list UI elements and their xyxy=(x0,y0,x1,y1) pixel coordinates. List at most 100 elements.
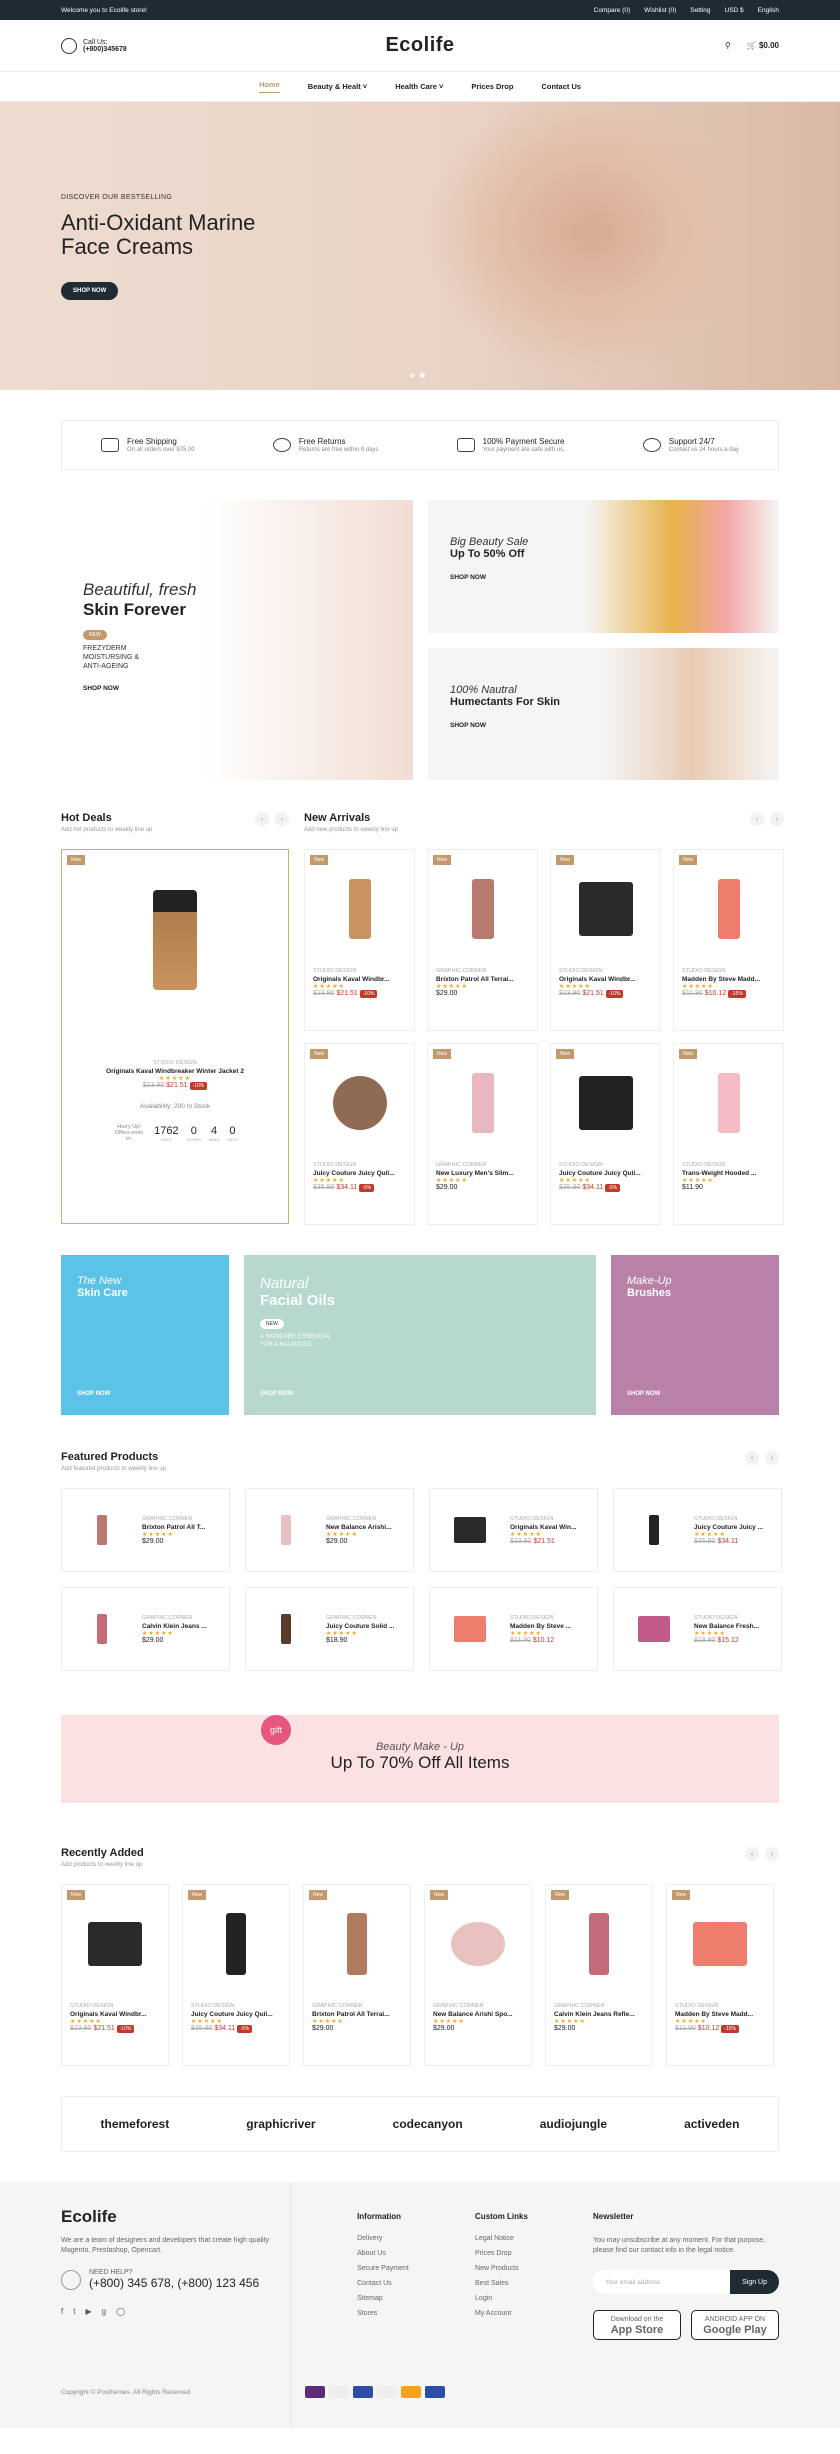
brand-logo[interactable]: graphicriver xyxy=(246,2117,315,2131)
product-image[interactable] xyxy=(717,1073,740,1133)
language-dropdown[interactable]: English xyxy=(758,7,779,14)
slider-dot[interactable] xyxy=(420,373,425,378)
banner-skin-forever[interactable]: Beautiful, fresh Skin Forever NEW FREZYD… xyxy=(61,500,413,780)
product-card[interactable]: New STUDIO DESIGN Originals Kaval Windbr..… xyxy=(550,849,661,1031)
product-image[interactable] xyxy=(454,1517,486,1543)
product-name[interactable]: Brixton Patrol All Terrai... xyxy=(436,976,529,983)
prev-arrow-icon[interactable]: ‹ xyxy=(255,812,269,826)
site-logo[interactable]: Ecolife xyxy=(385,34,454,57)
product-name[interactable]: Calvin Klein Jeans Refle... xyxy=(554,2011,644,2018)
product-name[interactable]: Originals Kaval Win... xyxy=(510,1524,587,1531)
featured-product[interactable]: GRAPHIC CORNER Calvin Klein Jeans ... ★★★★… xyxy=(61,1587,230,1671)
promo-shop-link[interactable]: SHOP NOW xyxy=(260,1391,293,1397)
product-image[interactable] xyxy=(451,1922,505,1966)
product-image[interactable] xyxy=(693,1922,747,1966)
product-name[interactable]: Juicy Couture Juicy Quil... xyxy=(559,1170,652,1177)
product-card[interactable]: New STUDIO DESIGN Juicy Couture Juicy Quil… xyxy=(304,1043,415,1225)
footer-logo[interactable]: Ecolife xyxy=(61,2208,293,2225)
product-name[interactable]: Madden By Steve Madd... xyxy=(682,976,775,983)
footer-link[interactable]: Legal Notice xyxy=(475,2235,593,2242)
cart-total[interactable]: $0.00 xyxy=(759,41,779,50)
product-card[interactable]: New STUDIO DESIGN Trans-Weight Hooded ... ★… xyxy=(673,1043,784,1225)
product-card[interactable]: New STUDIO DESIGN Originals Kaval Windbr..… xyxy=(61,1884,169,2066)
promo-facial-oils[interactable]: Natural Facial Oils NEW A SKINCARE ESSENT… xyxy=(244,1255,596,1415)
product-image[interactable] xyxy=(332,1076,387,1130)
promo-shop-link[interactable]: SHOP NOW xyxy=(77,1391,110,1397)
product-card[interactable]: New GRAPHIC CORNER New Balance Arishi Spo.… xyxy=(424,1884,532,2066)
product-image[interactable] xyxy=(471,879,494,939)
featured-product[interactable]: STUDIO DESIGN Madden By Steve ... ★★★★★ $11… xyxy=(429,1587,598,1671)
signup-button[interactable]: Sign Up xyxy=(730,2270,779,2294)
footer-link[interactable]: Best Sales xyxy=(475,2280,593,2287)
product-name[interactable]: Originals Kaval Windbr... xyxy=(70,2011,160,2018)
product-name[interactable]: Calvin Klein Jeans ... xyxy=(142,1623,219,1630)
footer-link[interactable]: Secure Payment xyxy=(357,2265,475,2272)
setting-dropdown[interactable]: Setting xyxy=(690,7,710,14)
footer-link[interactable]: Login xyxy=(475,2295,593,2302)
footer-link[interactable]: My Account xyxy=(475,2310,593,2317)
featured-product[interactable]: GRAPHIC CORNER Brixton Patrol All T... ★★★… xyxy=(61,1488,230,1572)
next-arrow-icon[interactable]: › xyxy=(765,1451,779,1465)
footer-link[interactable]: Delivery xyxy=(357,2235,475,2242)
product-name[interactable]: Juicy Couture Juicy ... xyxy=(694,1524,771,1531)
product-name[interactable]: New Balance Arishi Spo... xyxy=(433,2011,523,2018)
product-card[interactable]: New GRAPHIC CORNER Brixton Patrol All Terr… xyxy=(303,1884,411,2066)
featured-product[interactable]: STUDIO DESIGN Originals Kaval Win... ★★★★★… xyxy=(429,1488,598,1572)
prev-arrow-icon[interactable]: ‹ xyxy=(750,812,764,826)
product-card[interactable]: New STUDIO DESIGN Juicy Couture Juicy Quil… xyxy=(182,1884,290,2066)
facebook-icon[interactable]: f xyxy=(61,2307,63,2317)
footer-link[interactable]: Contact Us xyxy=(357,2280,475,2287)
cart-icon[interactable]: 🛒 $0.00 xyxy=(747,41,779,50)
product-image[interactable] xyxy=(348,879,371,939)
banner-shop-link[interactable]: SHOP NOW xyxy=(450,574,528,581)
promo-shop-link[interactable]: SHOP NOW xyxy=(627,1391,660,1397)
google-play-button[interactable]: ANDROID APP ON Google Play xyxy=(691,2310,779,2340)
email-input[interactable]: Your email address xyxy=(593,2270,731,2294)
featured-product[interactable]: GRAPHIC CORNER New Balance Arishi... ★★★★★… xyxy=(245,1488,414,1572)
banner-shop-link[interactable]: SHOP NOW xyxy=(450,722,560,729)
product-image[interactable] xyxy=(97,1515,107,1545)
footer-link[interactable]: About Us xyxy=(357,2250,475,2257)
sale-banner[interactable]: gift Beauty Make - Up Up To 70% Off All … xyxy=(61,1715,779,1803)
footer-link[interactable]: Stores xyxy=(357,2310,475,2317)
footer-link[interactable]: New Products xyxy=(475,2265,593,2272)
product-name[interactable]: Brixton Patrol All T... xyxy=(142,1524,219,1531)
slider-dot[interactable] xyxy=(410,373,415,378)
product-image[interactable] xyxy=(281,1614,291,1644)
product-card[interactable]: New STUDIO DESIGN Originals Kaval Windbr..… xyxy=(304,849,415,1031)
prev-arrow-icon[interactable]: ‹ xyxy=(745,1451,759,1465)
product-image[interactable] xyxy=(347,1913,367,1975)
nav-health-care[interactable]: Health Care ˅ xyxy=(395,82,443,91)
brand-logo[interactable]: audiojungle xyxy=(540,2117,607,2131)
product-name[interactable]: Juicy Couture Juicy Quil... xyxy=(191,2011,281,2018)
product-image[interactable] xyxy=(153,890,197,990)
product-name[interactable]: Originals Kaval Windbr... xyxy=(313,976,406,983)
banner-shop-link[interactable]: SHOP NOW xyxy=(83,685,196,692)
product-image[interactable] xyxy=(454,1616,486,1642)
hero-shop-button[interactable]: SHOP NOW xyxy=(61,282,119,300)
product-name[interactable]: Juicy Couture Solid ... xyxy=(326,1623,403,1630)
featured-product[interactable]: GRAPHIC CORNER Juicy Couture Solid ... ★★★… xyxy=(245,1587,414,1671)
product-image[interactable] xyxy=(589,1913,609,1975)
product-card[interactable]: New STUDIO DESIGN Juicy Couture Juicy Quil… xyxy=(550,1043,661,1225)
product-image[interactable] xyxy=(717,879,740,939)
brand-logo[interactable]: themeforest xyxy=(101,2117,170,2131)
currency-dropdown[interactable]: USD $ xyxy=(725,7,744,14)
product-image[interactable] xyxy=(226,1913,246,1975)
product-name[interactable]: Madden By Steve ... xyxy=(510,1623,587,1630)
twitter-icon[interactable]: t xyxy=(73,2307,75,2317)
prev-arrow-icon[interactable]: ‹ xyxy=(745,1847,759,1861)
call-phone[interactable]: (+800)345678 xyxy=(83,46,127,53)
footer-link[interactable]: Sitemap xyxy=(357,2295,475,2302)
product-name[interactable]: New Balance Arishi... xyxy=(326,1524,403,1531)
search-icon[interactable]: ⚲ xyxy=(725,41,731,50)
promo-brushes[interactable]: Make-Up Brushes SHOP NOW xyxy=(611,1255,779,1415)
nav-beauty[interactable]: Beauty & Healt ˅ xyxy=(308,82,367,91)
product-image[interactable] xyxy=(281,1515,291,1545)
product-name[interactable]: Originals Kaval Windbr... xyxy=(559,976,652,983)
product-card[interactable]: New GRAPHIC CORNER New Luxury Men's Slim..… xyxy=(427,1043,538,1225)
product-name[interactable]: Brixton Patrol All Terrai... xyxy=(312,2011,402,2018)
product-image[interactable] xyxy=(638,1616,670,1642)
product-name[interactable]: New Balance Fresh... xyxy=(694,1623,771,1630)
next-arrow-icon[interactable]: › xyxy=(765,1847,779,1861)
